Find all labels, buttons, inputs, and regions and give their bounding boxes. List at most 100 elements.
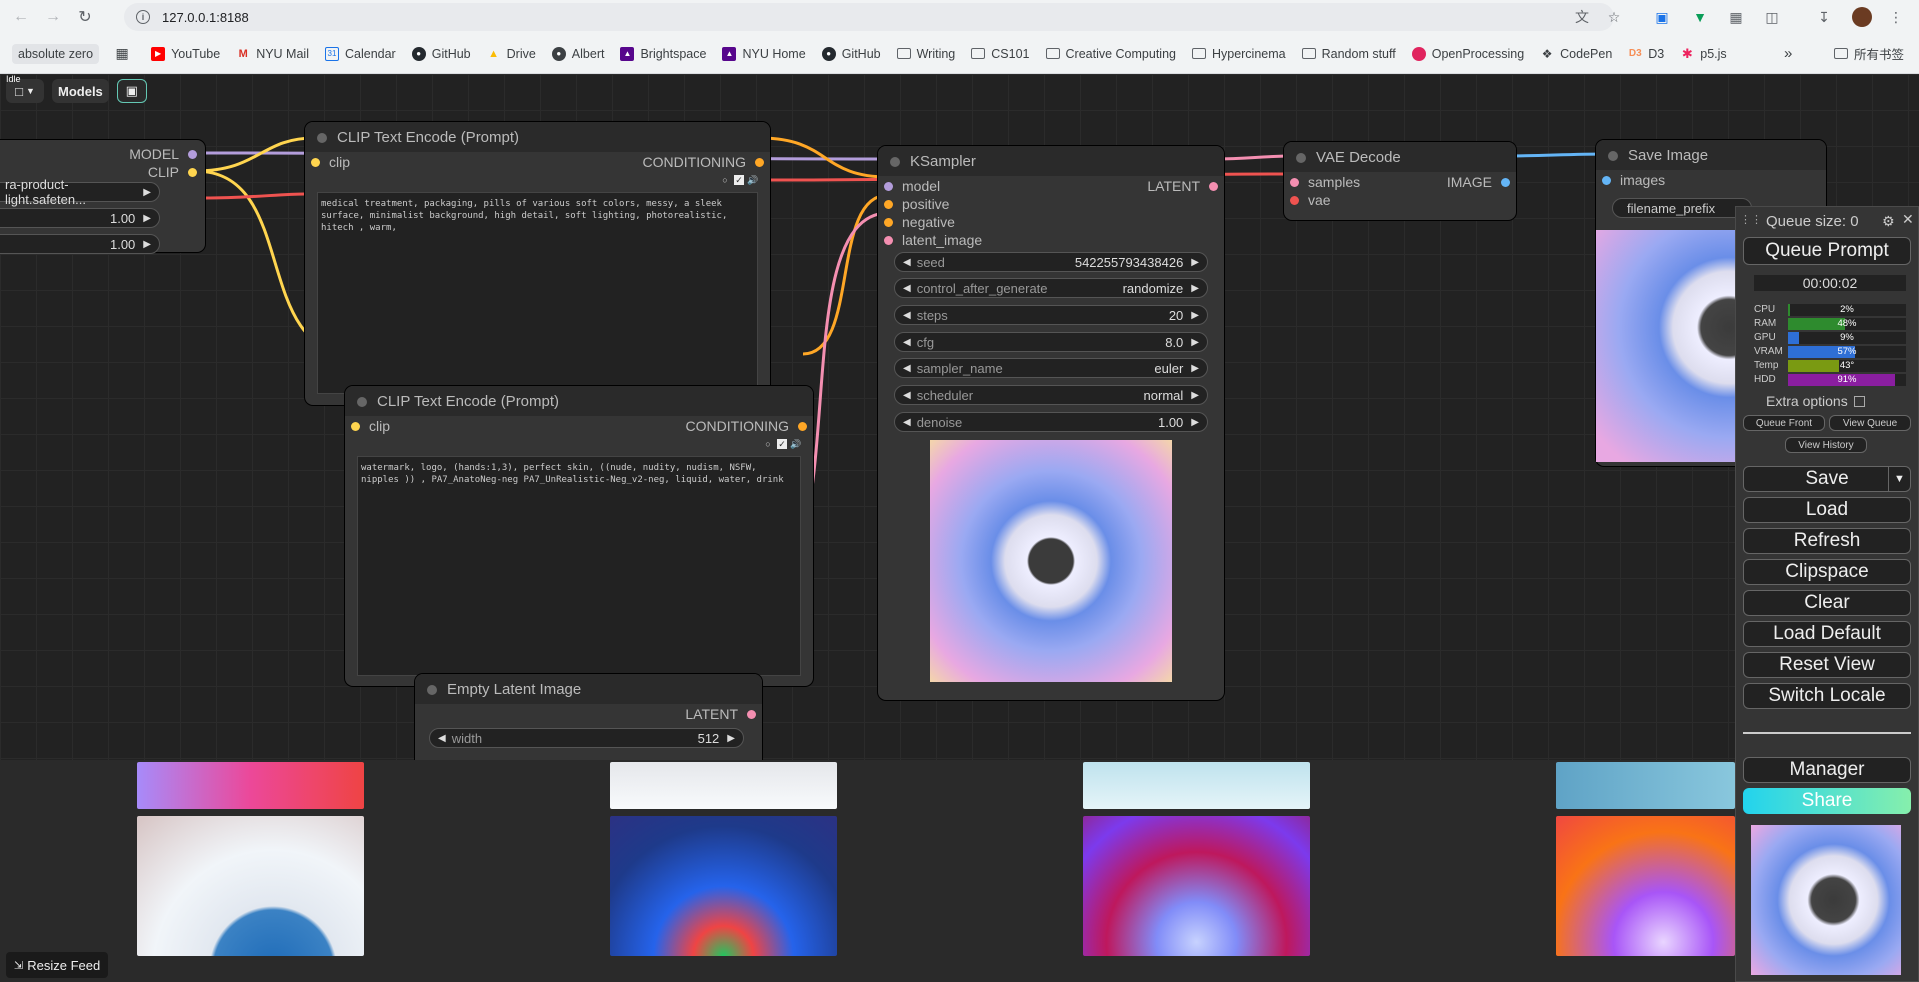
resize-feed-button[interactable]: ⇲ Resize Feed xyxy=(6,952,109,978)
vae-input[interactable]: vae xyxy=(1290,192,1331,208)
weight-widget-1[interactable]: 1.00 ▶ xyxy=(0,208,160,228)
translate-icon[interactable]: 文 xyxy=(1572,7,1592,27)
node-title[interactable]: CLIP Text Encode (Prompt) xyxy=(305,122,770,152)
speaker-icon[interactable]: 🔊 xyxy=(747,175,758,185)
clip-input[interactable]: clip xyxy=(351,418,390,434)
feed-image[interactable] xyxy=(610,816,837,956)
model-output[interactable]: MODEL xyxy=(129,146,197,162)
feed-image[interactable] xyxy=(1556,816,1735,956)
bookmark-writing[interactable]: Writing xyxy=(896,47,955,61)
latent-output[interactable]: LATENT xyxy=(1147,178,1218,194)
bookmark-cs101[interactable]: CS101 xyxy=(971,47,1030,61)
arrow-right-icon[interactable]: ▶ xyxy=(143,213,151,224)
negative-prompt-textarea[interactable]: watermark, logo, (hands:1,3), perfect sk… xyxy=(357,456,801,676)
feed-image[interactable] xyxy=(137,816,364,956)
feed-image[interactable] xyxy=(1083,816,1310,956)
feed-image[interactable] xyxy=(1556,762,1735,809)
checkpoint-loader-node[interactable]: MODEL CLIP ra-product-light.safeten... ▶ … xyxy=(0,140,205,254)
positive-input[interactable]: positive xyxy=(884,196,949,212)
weight-widget-2[interactable]: 1.00 ▶ xyxy=(0,234,160,254)
bookmark-nyu-mail[interactable]: M NYU Mail xyxy=(236,47,309,61)
arrow-right-icon[interactable]: ▶ xyxy=(1191,363,1199,374)
all-bookmarks-button[interactable]: 所有书签 xyxy=(1834,44,1904,63)
conditioning-output[interactable]: CONDITIONING xyxy=(643,154,764,170)
bookmark-codepen[interactable]: ❖ CodePen xyxy=(1540,47,1613,61)
extension-icon[interactable]: ▦ xyxy=(1726,7,1746,27)
clear-button[interactable]: Clear xyxy=(1743,590,1911,616)
arrow-left-icon[interactable]: ◀ xyxy=(903,390,911,401)
node-title[interactable]: CLIP Text Encode (Prompt) xyxy=(345,386,813,416)
back-arrow-icon[interactable]: ← xyxy=(10,6,32,28)
bookmark-brightspace[interactable]: ▲ Brightspace xyxy=(620,46,706,61)
bookmark-youtube[interactable]: ▶ YouTube xyxy=(151,46,220,61)
view-history-button[interactable]: View History xyxy=(1785,437,1867,453)
queue-front-button[interactable]: Queue Front xyxy=(1743,415,1825,431)
switch-locale-button[interactable]: Switch Locale xyxy=(1743,683,1911,709)
bookmark-creative-computing[interactable]: Creative Computing xyxy=(1045,47,1176,61)
drag-handle-icon[interactable]: ⋮⋮ xyxy=(1740,213,1762,226)
arrow-left-icon[interactable]: ◀ xyxy=(903,310,911,321)
filename-prefix-widget[interactable]: filename_prefix xyxy=(1612,198,1752,218)
clipspace-button[interactable]: Clipspace xyxy=(1743,559,1911,585)
reload-icon[interactable]: ↻ xyxy=(74,6,96,28)
conditioning-output[interactable]: CONDITIONING xyxy=(686,418,807,434)
node-title[interactable]: Empty Latent Image xyxy=(415,674,762,704)
image-output[interactable]: IMAGE xyxy=(1447,174,1510,190)
clip-output[interactable]: CLIP xyxy=(148,164,197,180)
scheduler-widget[interactable]: ◀ scheduler normal ▶ xyxy=(894,385,1208,405)
bookmark-nyu-home[interactable]: ▲ NYU Home xyxy=(722,46,806,61)
bookmark-random-stuff[interactable]: Random stuff xyxy=(1301,47,1396,61)
chevron-down-icon[interactable]: ▼ xyxy=(1888,467,1910,491)
clip-text-encode-negative-node[interactable]: CLIP Text Encode (Prompt) clip CONDITION… xyxy=(345,386,813,686)
arrow-left-icon[interactable]: ◀ xyxy=(903,257,911,268)
vae-decode-node[interactable]: VAE Decode samples vae IMAGE xyxy=(1284,142,1516,220)
sampler-name-widget[interactable]: ◀ sampler_name euler ▶ xyxy=(894,358,1208,378)
arrow-right-icon[interactable]: ▶ xyxy=(1191,310,1199,321)
node-title[interactable]: VAE Decode xyxy=(1284,142,1516,172)
node-title[interactable]: KSampler xyxy=(878,146,1224,176)
arrow-right-icon[interactable]: ▶ xyxy=(1191,337,1199,348)
width-widget[interactable]: ◀ width 512 ▶ xyxy=(429,728,744,748)
feed-image[interactable] xyxy=(137,762,364,809)
checkbox-icon[interactable]: ✓ xyxy=(777,439,787,449)
arrow-right-icon[interactable]: ▶ xyxy=(143,239,151,250)
site-info-icon[interactable]: i xyxy=(136,10,150,24)
circle-icon[interactable]: ○ xyxy=(720,175,730,185)
arrow-left-icon[interactable]: ◀ xyxy=(903,283,911,294)
close-icon[interactable]: ✕ xyxy=(1902,211,1914,228)
steps-widget[interactable]: ◀ steps 20 ▶ xyxy=(894,305,1208,325)
load-default-button[interactable]: Load Default xyxy=(1743,621,1911,647)
extra-options-toggle[interactable]: Extra options xyxy=(1766,393,1865,409)
checkbox-icon[interactable] xyxy=(1853,395,1865,407)
arrow-left-icon[interactable]: ◀ xyxy=(903,417,911,428)
latest-image-thumbnail[interactable] xyxy=(1751,825,1901,975)
bookmark-calendar[interactable]: 31 Calendar xyxy=(324,46,396,61)
bookmark-albert[interactable]: ● Albert xyxy=(551,46,604,61)
prompt-textarea[interactable]: medical treatment, packaging, pills of v… xyxy=(317,192,758,394)
extension-v-icon[interactable]: ▼ xyxy=(1690,7,1710,27)
arrow-left-icon[interactable]: ◀ xyxy=(903,363,911,374)
models-button[interactable]: Models xyxy=(52,79,109,103)
arrow-left-icon[interactable]: ◀ xyxy=(438,733,446,744)
puzzle-icon[interactable]: ◫ xyxy=(1762,7,1782,27)
bookmark-openprocessing[interactable]: OpenProcessing xyxy=(1411,46,1524,61)
bookmark-hypercinema[interactable]: Hypercinema xyxy=(1191,47,1286,61)
denoise-widget[interactable]: ◀ denoise 1.00 ▶ xyxy=(894,412,1208,432)
view-queue-button[interactable]: View Queue xyxy=(1829,415,1911,431)
share-button[interactable]: Share xyxy=(1743,788,1911,814)
load-button[interactable]: Load xyxy=(1743,497,1911,523)
arrow-left-icon[interactable]: ◀ xyxy=(903,337,911,348)
clip-input[interactable]: clip xyxy=(311,154,350,170)
address-bar[interactable]: i 127.0.0.1:8188 xyxy=(124,3,1614,31)
apps-grid-icon[interactable]: ▦ xyxy=(115,45,135,61)
save-workflow-icon[interactable]: ▣ xyxy=(116,79,147,103)
latent-output[interactable]: LATENT xyxy=(685,706,756,722)
checkbox-icon[interactable]: ✓ xyxy=(734,175,744,185)
menu-dots-icon[interactable]: ⋮ xyxy=(1886,7,1906,27)
bookmark-profile[interactable]: absolute zero xyxy=(12,43,100,64)
bookmark-p5js[interactable]: ✱ p5.js xyxy=(1680,46,1727,61)
bookmark-github-2[interactable]: ● GitHub xyxy=(821,46,881,61)
bookmark-drive[interactable]: ▲ Drive xyxy=(487,47,536,61)
negative-input[interactable]: negative xyxy=(884,214,955,230)
feed-image[interactable] xyxy=(610,762,837,809)
